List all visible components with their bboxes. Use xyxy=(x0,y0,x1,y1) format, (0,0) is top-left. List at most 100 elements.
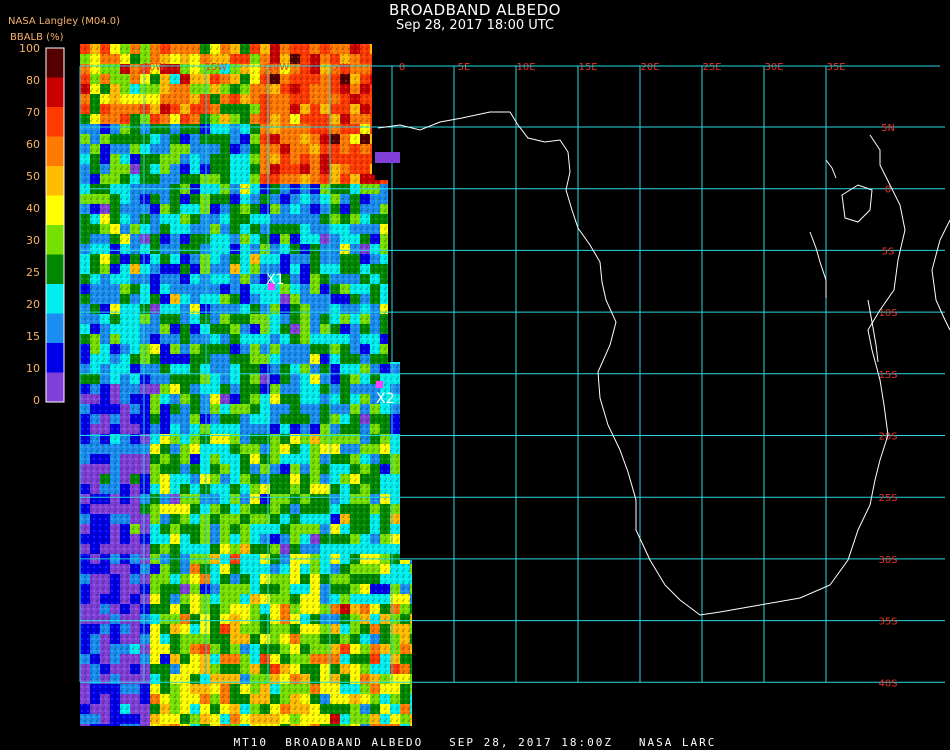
longitude-label: 10E xyxy=(516,62,535,73)
swath-cell xyxy=(410,344,412,354)
swath-cell xyxy=(400,344,410,354)
swath-cell xyxy=(400,84,410,94)
latitude-label: 30S xyxy=(878,555,897,566)
swath-cell xyxy=(410,214,412,224)
swath-cell xyxy=(400,44,410,54)
swath-cell xyxy=(400,284,410,294)
swath-cell xyxy=(410,284,412,294)
longitude-label: 15E xyxy=(578,62,597,73)
swath-cell xyxy=(410,224,412,234)
swath-cell xyxy=(410,234,412,244)
latitude-label: 40S xyxy=(878,678,897,689)
swath-cell xyxy=(410,54,412,64)
swath-cell xyxy=(400,264,410,274)
swath-cell xyxy=(400,384,410,394)
swath-cell xyxy=(400,374,410,384)
swath-cell xyxy=(400,524,410,534)
swath-cell xyxy=(410,404,412,414)
swath-cell xyxy=(400,504,410,514)
lake-albert xyxy=(825,159,837,179)
marker-x1-label: X1 xyxy=(266,272,285,288)
swath-cell xyxy=(380,114,390,124)
swath-cell xyxy=(410,334,412,344)
latitude-label: 35S xyxy=(878,617,897,628)
swath-cell xyxy=(400,414,410,424)
swath-cell xyxy=(410,534,412,544)
swath-cell xyxy=(410,84,412,94)
swath-cell xyxy=(400,204,410,214)
swath-cell xyxy=(410,364,412,374)
swath-cell xyxy=(410,144,412,154)
swath-cell xyxy=(410,454,412,464)
swath-cell xyxy=(410,414,412,424)
swath-cell xyxy=(410,114,412,124)
swath-cell xyxy=(400,274,410,284)
swath-cell xyxy=(410,384,412,394)
swath-cell xyxy=(410,74,412,84)
swath-cell xyxy=(400,404,410,414)
swath-cell xyxy=(380,104,390,114)
swath-cell xyxy=(400,194,410,204)
swath-cell xyxy=(400,114,410,124)
longitude-label: 30E xyxy=(764,62,783,73)
longitude-label: 35E xyxy=(826,62,845,73)
swath-cell xyxy=(410,374,412,384)
swath-cell xyxy=(400,354,410,364)
swath-cell xyxy=(400,254,410,264)
latitude-label: 5S xyxy=(882,246,895,257)
longitude-label: 25E xyxy=(702,62,721,73)
swath-cell xyxy=(410,494,412,504)
swath-cell xyxy=(400,514,410,524)
lake-victoria xyxy=(841,184,873,223)
lake-tanganyika xyxy=(809,231,827,298)
swath-cell xyxy=(410,104,412,114)
swath-cell xyxy=(400,454,410,464)
swath-cell xyxy=(410,254,412,264)
longitude-label: 15W xyxy=(205,62,228,73)
latitude-label: 5N xyxy=(881,123,895,134)
swath-cell xyxy=(410,394,412,404)
swath-cell xyxy=(390,44,400,54)
swath-cell xyxy=(400,394,410,404)
latitude-label: 25S xyxy=(878,493,897,504)
swath-cell xyxy=(400,314,410,324)
swath-cell xyxy=(400,74,410,84)
swath-cell xyxy=(400,164,410,174)
swath-cell xyxy=(410,44,412,54)
swath-cell xyxy=(400,224,410,234)
swath-cell xyxy=(400,104,410,114)
longitude-label: 5E xyxy=(458,62,471,73)
swath-cell xyxy=(410,164,412,174)
swath-texture xyxy=(80,44,412,726)
swath-cell xyxy=(400,214,410,224)
swath-cell xyxy=(410,504,412,514)
swath-cell xyxy=(400,484,410,494)
purple-patch xyxy=(375,152,400,163)
swath-cell xyxy=(410,484,412,494)
swath-cell xyxy=(410,294,412,304)
longitude-label: 20E xyxy=(640,62,659,73)
swath-cell xyxy=(410,204,412,214)
swath-cell xyxy=(410,324,412,334)
swath-cell xyxy=(380,44,390,54)
swath-cell xyxy=(400,424,410,434)
swath-cell xyxy=(380,74,390,84)
swath-cell xyxy=(400,544,410,554)
longitude-label: 10W xyxy=(267,62,290,73)
swath-cell xyxy=(400,474,410,484)
swath-cell xyxy=(400,444,410,454)
swath-cell xyxy=(400,154,410,164)
swath-cell xyxy=(410,264,412,274)
swath-cell xyxy=(400,234,410,244)
swath-cell xyxy=(400,244,410,254)
swath-cell xyxy=(410,354,412,364)
swath-cell xyxy=(380,94,390,104)
swath-cell xyxy=(400,364,410,374)
footer-caption: MT10 BROADBAND ALBEDO SEP 28, 2017 18:00… xyxy=(233,736,717,749)
swath-cell xyxy=(400,334,410,344)
swath-cell xyxy=(380,164,390,174)
marker-x2-square xyxy=(376,381,383,388)
marker-x1: X1 xyxy=(266,272,285,290)
swath-cell xyxy=(410,514,412,524)
swath-cell xyxy=(410,94,412,104)
